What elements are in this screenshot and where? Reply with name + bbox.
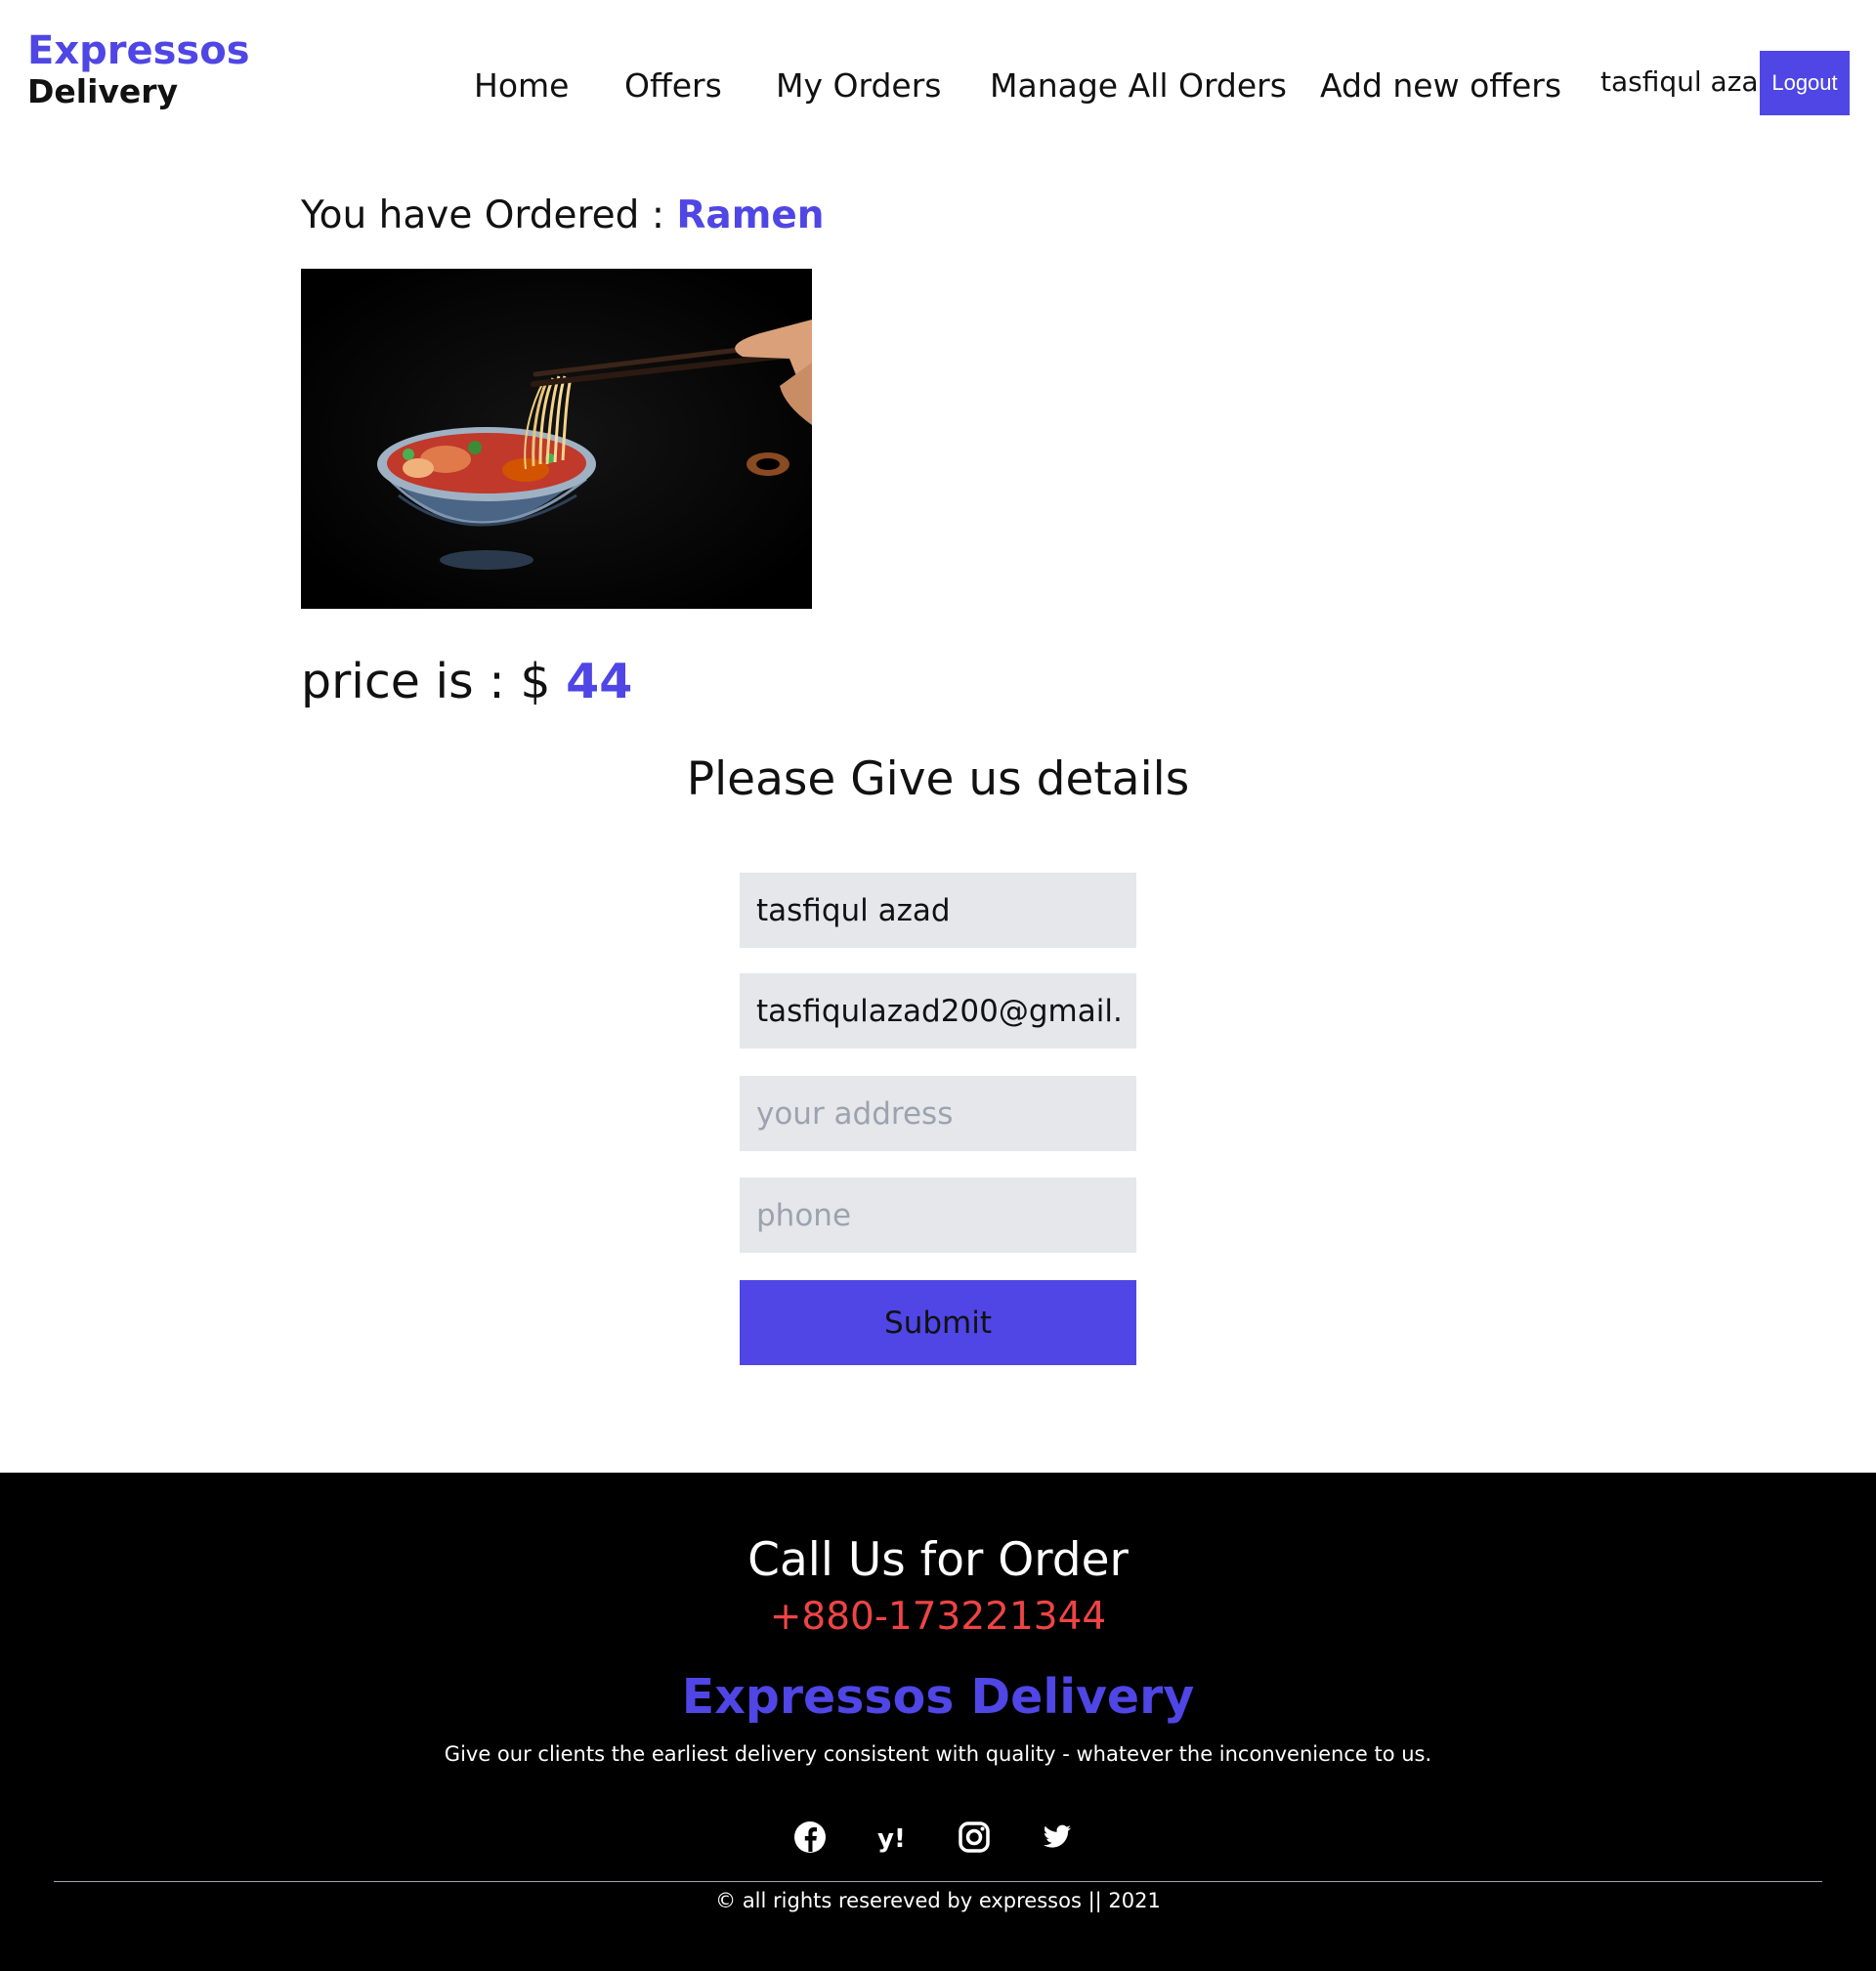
email-field[interactable] [740,973,1136,1049]
footer-divider [54,1881,1822,1882]
twitter-icon[interactable] [1036,1817,1077,1858]
footer-copyright: © all rights resereved by expressos || 2… [715,1889,1161,1912]
nav-add-new-offers[interactable]: Add new offers [1320,63,1561,109]
price-label: price is : $ [301,654,567,709]
submit-button[interactable]: Submit [740,1280,1136,1365]
user-display-name: tasfiqul azad [1600,65,1776,98]
social-links: y! [789,1817,1083,1865]
food-image [301,269,812,609]
footer-tagline: Give our clients the earliest delivery c… [444,1742,1432,1766]
address-field[interactable] [740,1076,1136,1151]
ramen-bowl-illustration [301,269,812,609]
site-footer: Call Us for Order +880-173221344 Express… [0,1473,1876,1971]
phone-field[interactable] [740,1178,1136,1253]
price-value: 44 [566,654,633,709]
nav-manage-all-orders[interactable]: Manage All Orders [990,63,1287,109]
nav-offers[interactable]: Offers [624,63,722,109]
footer-brand-name: Expressos Delivery [681,1669,1195,1725]
footer-heading: Call Us for Order [747,1533,1129,1587]
ordered-item-line: You have Ordered : Ramen [301,192,825,240]
nav-home[interactable]: Home [474,63,569,109]
brand-name-bottom: Delivery [27,72,179,110]
ordered-label: You have Ordered : [301,193,677,237]
brand-name-top: Expressos [27,28,250,73]
logout-button[interactable]: Logout [1760,51,1850,115]
footer-phone-number[interactable]: +880-173221344 [0,1593,1876,1642]
nav-my-orders[interactable]: My Orders [776,63,941,109]
ordered-item-name: Ramen [676,193,825,237]
svg-text:y!: y! [877,1824,906,1854]
brand-logo[interactable]: Expressos Delivery [27,29,250,109]
yahoo-icon[interactable]: y! [872,1817,913,1858]
form-heading: Please Give us details [686,752,1190,806]
facebook-icon[interactable] [789,1817,831,1858]
name-field[interactable] [740,873,1136,948]
instagram-icon[interactable] [954,1817,995,1858]
price-line: price is : $ 44 [301,653,632,711]
